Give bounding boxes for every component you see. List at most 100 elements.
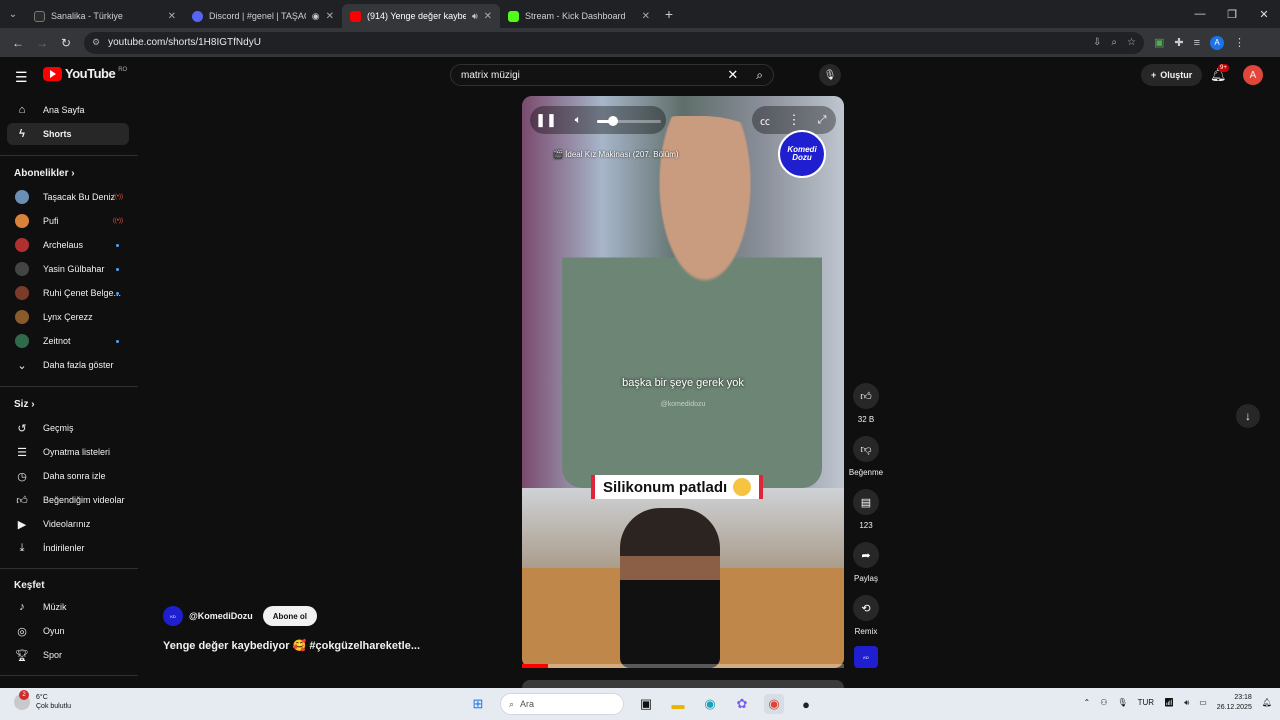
volume-icon[interactable]: 🔊︎ (1184, 698, 1189, 708)
wifi-icon[interactable]: 📶︎ (1164, 698, 1174, 707)
profile-icon[interactable]: A (1210, 35, 1225, 50)
you-heading[interactable]: Siz › (14, 399, 35, 410)
tab-close-icon[interactable]: ✕ (642, 11, 650, 22)
close-window-icon[interactable]: ✕ (1248, 0, 1280, 28)
captions-icon[interactable]: ㏄ (757, 112, 773, 128)
minimize-icon[interactable]: — (1184, 0, 1216, 28)
clock[interactable]: 23:18 26.12.2025 (1217, 693, 1252, 713)
youtube-logo[interactable]: YouTube RO (43, 66, 127, 81)
account-avatar[interactable]: A (1243, 65, 1263, 85)
comment-icon[interactable]: ▤ (853, 489, 879, 515)
bookmark-star-icon[interactable]: ☆ (1127, 37, 1136, 48)
sidebar-item-subscription[interactable]: Lynx Çerezz (7, 306, 129, 328)
media-controls-icon[interactable]: ≡ (1194, 37, 1200, 49)
task-view-icon[interactable]: ▣ (636, 694, 656, 714)
install-app-icon[interactable]: ⇩ (1093, 37, 1101, 48)
sidebar-item-sports[interactable]: 🏆︎ Spor (7, 644, 129, 666)
windows-start-icon[interactable]: ⊞ (468, 694, 488, 714)
dislike-action[interactable]: 👎︎ Beğenme (846, 436, 886, 477)
browser-menu-icon[interactable]: ⋮ (1234, 36, 1245, 49)
tray-overflow-icon[interactable]: ⌃ (1084, 698, 1091, 707)
sidebar-item-downloads[interactable]: ⤓ İndirilenler (7, 537, 129, 559)
new-tab-button[interactable]: + (658, 6, 680, 22)
sidebar-item-subscription[interactable]: Ruhi Çenet Belge... (7, 282, 129, 304)
sidebar-item-home[interactable]: ⌂ Ana Sayfa (7, 99, 129, 121)
sidebar-item-history[interactable]: ↺ Geçmiş (7, 417, 129, 439)
more-options-icon[interactable]: ⋮ (786, 112, 802, 128)
like-action[interactable]: 👍︎ 32 B (846, 383, 886, 424)
tab-audio-icon[interactable]: 🔊︎ (472, 11, 478, 22)
volume-icon[interactable]: 🔈︎ (570, 112, 586, 128)
remix-action[interactable]: ⟲ Remix (846, 595, 886, 636)
keyboard-language[interactable]: TUR (1138, 698, 1154, 707)
browser-tab-discord[interactable]: Discord | #genel | TAŞACAK ◉ ✕ (184, 4, 342, 28)
tab-close-icon[interactable]: ✕ (326, 11, 334, 22)
remix-icon[interactable]: ⟲ (853, 595, 879, 621)
copilot-icon[interactable]: ✿ (732, 694, 752, 714)
channel-handle[interactable]: @KomediDozu (189, 611, 253, 621)
search-icon[interactable]: ⌕ (756, 68, 763, 83)
pause-icon[interactable]: ❚❚ (535, 112, 557, 128)
fullscreen-icon[interactable]: ⤢ (814, 112, 830, 128)
voice-search-icon[interactable]: 🎙︎ (819, 64, 841, 86)
sidebar-item-liked-videos[interactable]: 👍︎ Beğendiğim videolar (7, 489, 129, 511)
subscriptions-heading[interactable]: Abonelikler › (14, 168, 75, 179)
notifications-bell-icon[interactable]: 🔔︎ 9+ (1210, 64, 1229, 83)
dislike-icon[interactable]: 👎︎ (853, 436, 879, 462)
site-info-icon[interactable]: ⚙ (92, 37, 100, 48)
sidebar-item-subscription[interactable]: Pufi ((•)) (7, 210, 129, 232)
chrome-icon[interactable]: ◉ (764, 694, 784, 714)
channel-avatar[interactable]: KD (163, 606, 183, 626)
search-box[interactable]: matrix müzigi ✕ ⌕ (450, 64, 774, 86)
browser-tab-sanalika[interactable]: Sanalika - Türkiye ✕ (26, 4, 184, 28)
browser-tab-kick[interactable]: Stream - Kick Dashboard ✕ (500, 4, 658, 28)
extension-icon[interactable]: ▣ (1154, 36, 1164, 49)
comment-action[interactable]: ▤ 123 (846, 489, 886, 530)
forward-icon[interactable]: → (30, 36, 54, 50)
sidebar-item-music[interactable]: ♪ Müzik (7, 596, 129, 618)
clear-search-icon[interactable]: ✕ (727, 67, 738, 83)
obs-icon[interactable]: ● (796, 694, 816, 714)
like-icon[interactable]: 👍︎ (853, 383, 879, 409)
sound-channel-thumbnail[interactable]: KD (854, 646, 878, 668)
reload-icon[interactable]: ↻ (54, 36, 78, 50)
sidebar-item-watch-later[interactable]: ◷ Daha sonra izle (7, 465, 129, 487)
sidebar-item-playlists[interactable]: ☰ Oynatma listeleri (7, 441, 129, 463)
sidebar-item-gaming[interactable]: ◎ Oyun (7, 620, 129, 642)
sidebar-item-your-videos[interactable]: ▶ Videolarınız (7, 513, 129, 535)
network-icon[interactable]: ⚇ (1100, 698, 1107, 707)
tab-close-icon[interactable]: ✕ (168, 11, 176, 22)
search-input[interactable]: matrix müzigi (461, 70, 727, 81)
sidebar-item-subscription[interactable]: Taşacak Bu Deniz ((•)) (7, 186, 129, 208)
share-action[interactable]: ➦ Paylaş (846, 542, 886, 583)
tab-close-icon[interactable]: ✕ (484, 11, 492, 22)
sidebar-item-shorts[interactable]: ϟ Shorts (7, 123, 129, 145)
file-explorer-icon[interactable]: ▬ (668, 694, 688, 714)
edge-icon[interactable]: ◉ (700, 694, 720, 714)
url-text[interactable]: youtube.com/shorts/1H8IGTfNdyU (108, 37, 1083, 48)
microphone-icon[interactable]: 🎙︎ (1117, 698, 1127, 707)
subscribe-button[interactable]: Abone ol (262, 606, 317, 626)
tab-search-icon[interactable]: ⌄ (0, 0, 26, 28)
short-title[interactable]: Yenge değer kaybediyor 🥰 #çokgüzelhareke… (163, 639, 420, 652)
create-button[interactable]: + Oluştur (1141, 64, 1203, 86)
taskbar-search[interactable]: ⌕ Ara (500, 693, 624, 715)
volume-slider[interactable] (597, 116, 661, 126)
sidebar-item-subscription[interactable]: Zeitnot (7, 330, 129, 352)
show-more-button[interactable]: ⌄ Daha fazla göster (7, 354, 129, 376)
restore-icon[interactable]: ❐ (1216, 0, 1248, 28)
notification-center-icon[interactable]: 🔔︎ (1262, 698, 1272, 707)
volume-slider-handle[interactable] (608, 116, 618, 126)
video-progress-bar[interactable] (522, 664, 844, 668)
battery-icon[interactable]: ▭ (1199, 698, 1207, 707)
url-bar[interactable]: ⚙ youtube.com/shorts/1H8IGTfNdyU ⇩ ⌕ ☆ (84, 31, 1144, 54)
sidebar-item-subscription[interactable]: Yasin Gülbahar (7, 258, 129, 280)
extensions-puzzle-icon[interactable]: ✚ (1174, 36, 1183, 49)
sidebar-item-subscription[interactable]: Archelaus (7, 234, 129, 256)
share-icon[interactable]: ➦ (853, 542, 879, 568)
next-short-arrow-icon[interactable]: ↓ (1236, 404, 1260, 428)
back-icon[interactable]: ← (6, 36, 30, 50)
browser-tab-youtube[interactable]: (914) Yenge değer kaybedi 🔊︎ ✕ (342, 4, 500, 28)
zoom-icon[interactable]: ⌕ (1111, 37, 1117, 48)
menu-hamburger-icon[interactable]: ☰ (15, 69, 28, 86)
